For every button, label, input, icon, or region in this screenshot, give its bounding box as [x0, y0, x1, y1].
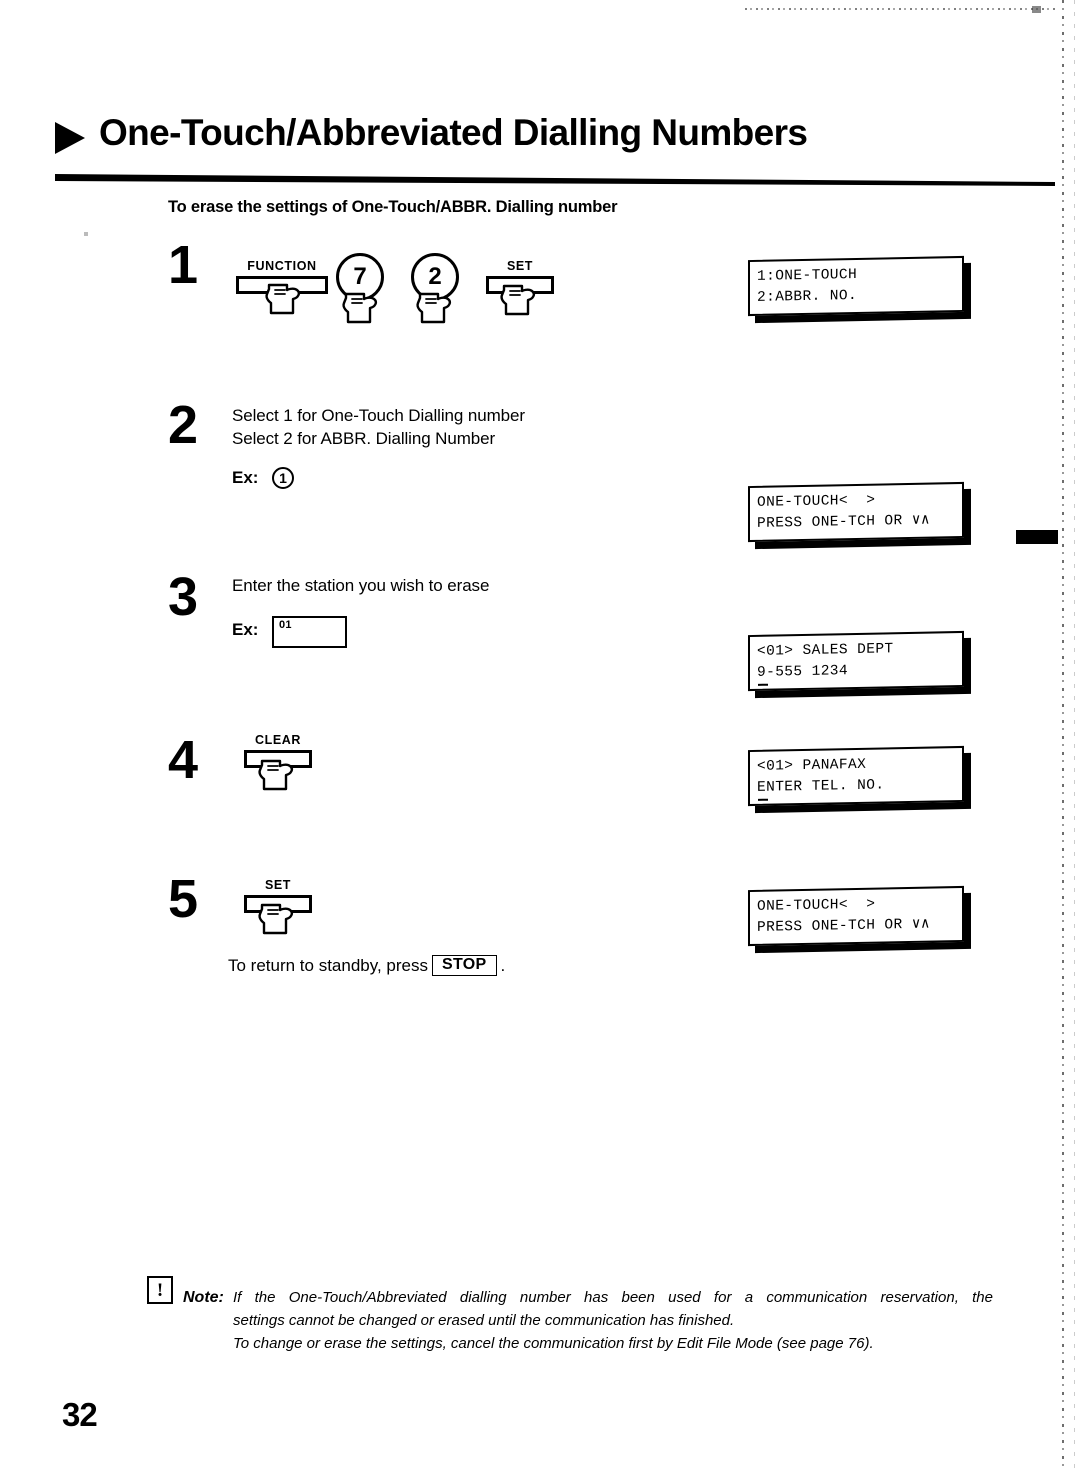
lcd-line-2: 2:ABBR. NO.	[757, 287, 858, 306]
step-3-example-label: Ex:	[232, 620, 259, 639]
example-option-1-label: 1	[279, 470, 287, 486]
numeric-key-2-label: 2	[428, 263, 442, 290]
set-key-label: SET	[506, 259, 534, 273]
lcd-cursor	[758, 683, 768, 686]
lcd-screen: ONE-TOUCH< > PRESS ONE-TCH OR ∨∧	[748, 885, 964, 947]
step-number-3: 3	[168, 567, 199, 627]
note-line-1: If the One-Touch/Abbreviated dialling nu…	[233, 1289, 993, 1306]
lcd-screen: ONE-TOUCH< > PRESS ONE-TCH OR ∨∧	[748, 481, 964, 543]
numeric-key-7-label: 7	[353, 263, 367, 290]
lcd-line-2: PRESS ONE-TCH OR ∨∧	[757, 512, 930, 532]
stop-key[interactable]: STOP	[432, 955, 497, 976]
pointing-hand-icon	[256, 757, 298, 795]
lcd-screen: <01> PANAFAX ENTER TEL. NO.	[748, 745, 964, 807]
lcd-line-2: 9-555 1234	[757, 663, 849, 681]
lcd-cursor	[758, 798, 768, 801]
note-text: If the One-Touch/Abbreviated dialling nu…	[233, 1286, 993, 1355]
warning-exclamation-icon: !	[147, 1276, 173, 1304]
pointing-hand-icon	[256, 901, 298, 939]
lcd-display-step2: ONE-TOUCH< > PRESS ONE-TCH OR ∨∧	[748, 481, 971, 550]
lcd-display-step1: 1:ONE-TOUCH 2:ABBR. NO.	[748, 255, 971, 324]
lcd-screen: 1:ONE-TOUCH 2:ABBR. NO.	[748, 255, 964, 317]
scan-artifact-right-edge-secondary	[1074, 0, 1075, 1469]
scan-speck	[1032, 6, 1041, 13]
lcd-display-step4: <01> PANAFAX ENTER TEL. NO.	[748, 745, 971, 814]
page-title: One-Touch/Abbreviated Dialling Numbers	[99, 112, 808, 153]
section-subtitle: To erase the settings of One-Touch/ABBR.…	[168, 198, 618, 216]
pointing-hand-icon	[263, 281, 305, 319]
exclamation-glyph: !	[156, 1280, 164, 1301]
step-2-example-label: Ex:	[232, 468, 259, 487]
note-label: Note:	[183, 1289, 224, 1306]
scan-speck	[84, 232, 88, 236]
page-number: 32	[62, 1396, 98, 1433]
scan-speck	[1016, 530, 1058, 544]
step-number-1: 1	[168, 235, 199, 295]
step-number-5: 5	[168, 869, 199, 929]
standby-suffix: .	[500, 955, 506, 975]
scan-artifact-right-edge	[1062, 0, 1064, 1469]
station-key-01-label: 01	[279, 619, 292, 631]
lcd-display-step5: ONE-TOUCH< > PRESS ONE-TCH OR ∨∧	[748, 885, 971, 954]
pointing-hand-icon	[498, 282, 540, 320]
header-underline	[55, 174, 1055, 186]
lcd-line-2: ENTER TEL. NO.	[757, 777, 885, 796]
step-number-4: 4	[168, 730, 199, 790]
set-key-label: SET	[264, 878, 292, 892]
function-key-label: FUNCTION	[247, 259, 317, 273]
standby-prefix: To return to standby, press	[228, 955, 429, 975]
step-number-2: 2	[168, 395, 199, 455]
triangle-right-icon	[55, 122, 85, 154]
page-header: One-Touch/Abbreviated Dialling Numbers	[55, 112, 1055, 192]
step-2-instruction: Select 1 for One-Touch Dialling number S…	[232, 406, 525, 448]
note-line-2: settings cannot be changed or erased unt…	[233, 1312, 735, 1329]
standby-instruction: To return to standby, press STOP .	[228, 955, 505, 976]
example-option-1-icon: 1	[272, 467, 294, 489]
pointing-hand-icon	[414, 290, 456, 328]
lcd-display-step3: <01> SALES DEPT 9-555 1234	[748, 630, 971, 699]
step-3-instruction: Enter the station you wish to erase	[232, 576, 490, 595]
note-line-3: To change or erase the settings, cancel …	[233, 1335, 874, 1352]
station-key-01[interactable]: 01	[272, 616, 347, 648]
pointing-hand-icon	[340, 290, 382, 328]
lcd-screen: <01> SALES DEPT 9-555 1234	[748, 630, 964, 692]
lcd-line-2: PRESS ONE-TCH OR ∨∧	[757, 916, 930, 936]
scan-artifact-top-edge	[745, 8, 1055, 10]
clear-key-label: CLEAR	[254, 733, 302, 747]
